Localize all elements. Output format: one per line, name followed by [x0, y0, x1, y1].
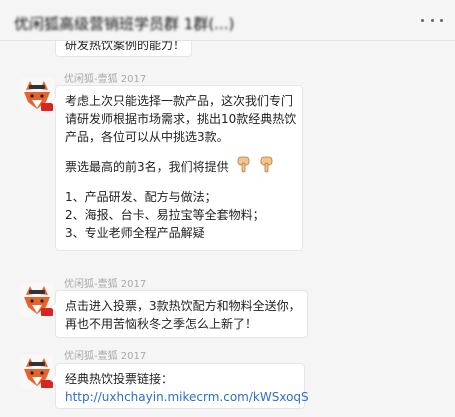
message-list[interactable]: 研发热饮案例的能力！ 优闲狐-壹狐 2017 考虑上次只能选择一款产品，这次我们…: [0, 41, 455, 417]
message-bubble[interactable]: 考虑上次只能选择一款产品，这次我们专门 请研发师根据市场需求，挑出10款经典热饮…: [50, 85, 303, 251]
message-bubble[interactable]: 点击进入投票，3款热饮配方和物料全送你， 再也不用苦恼秋冬之季怎么上新了！: [50, 290, 308, 338]
message-text: 1、产品研发、配方与做法；: [65, 190, 217, 204]
vote-link[interactable]: http://uxhchayin.mikecrm.com/kWSxoqS: [65, 388, 309, 406]
message-text: 票选最高的前3名，我们将提供: [65, 156, 294, 178]
message-text: 点击进入投票，3款热饮配方和物料全送你，: [65, 299, 301, 313]
more-dots-icon[interactable]: [421, 11, 443, 29]
sender-name: 优闲狐-壹狐 2017: [64, 351, 147, 362]
message-bubble[interactable]: 研发热饮案例的能力！: [55, 41, 192, 57]
vote-text: 票选最高的前3名，我们将提供: [65, 160, 229, 174]
message-text: 3、专业老师全程产品解疑: [65, 226, 205, 240]
message-text: 请研发师根据市场需求，挑出10款经典热饮: [65, 112, 297, 126]
sender-name: 优闲狐-壹狐 2017: [64, 74, 147, 85]
message-text: 经典热饮投票链接：: [65, 372, 174, 386]
sender-name: 优闲狐-壹狐 2017: [64, 279, 147, 290]
fox-avatar-icon[interactable]: [20, 355, 54, 389]
message-text: 考虑上次只能选择一款产品，这次我们专门: [65, 94, 294, 108]
chat-title: 优闲狐高级营销班学员群 1群(...): [14, 15, 235, 33]
message-text: 2、海报、台卡、易拉宝等全套物料；: [65, 208, 265, 222]
fox-avatar-icon[interactable]: [20, 283, 54, 317]
fox-avatar-icon[interactable]: [20, 78, 54, 112]
pointing-down-hand-icon: [259, 156, 274, 178]
message-text: 研发热饮案例的能力！: [65, 41, 186, 52]
message-text: 再也不用苦恼秋冬之季怎么上新了！: [65, 317, 258, 331]
message-text: 产品，各位可以从中挑选3款。: [65, 130, 229, 144]
chat-header: 优闲狐高级营销班学员群 1群(...): [0, 0, 455, 41]
message-bubble[interactable]: 经典热饮投票链接： http://uxhchayin.mikecrm.com/k…: [50, 363, 309, 409]
pointing-down-hand-icon: [236, 156, 251, 178]
